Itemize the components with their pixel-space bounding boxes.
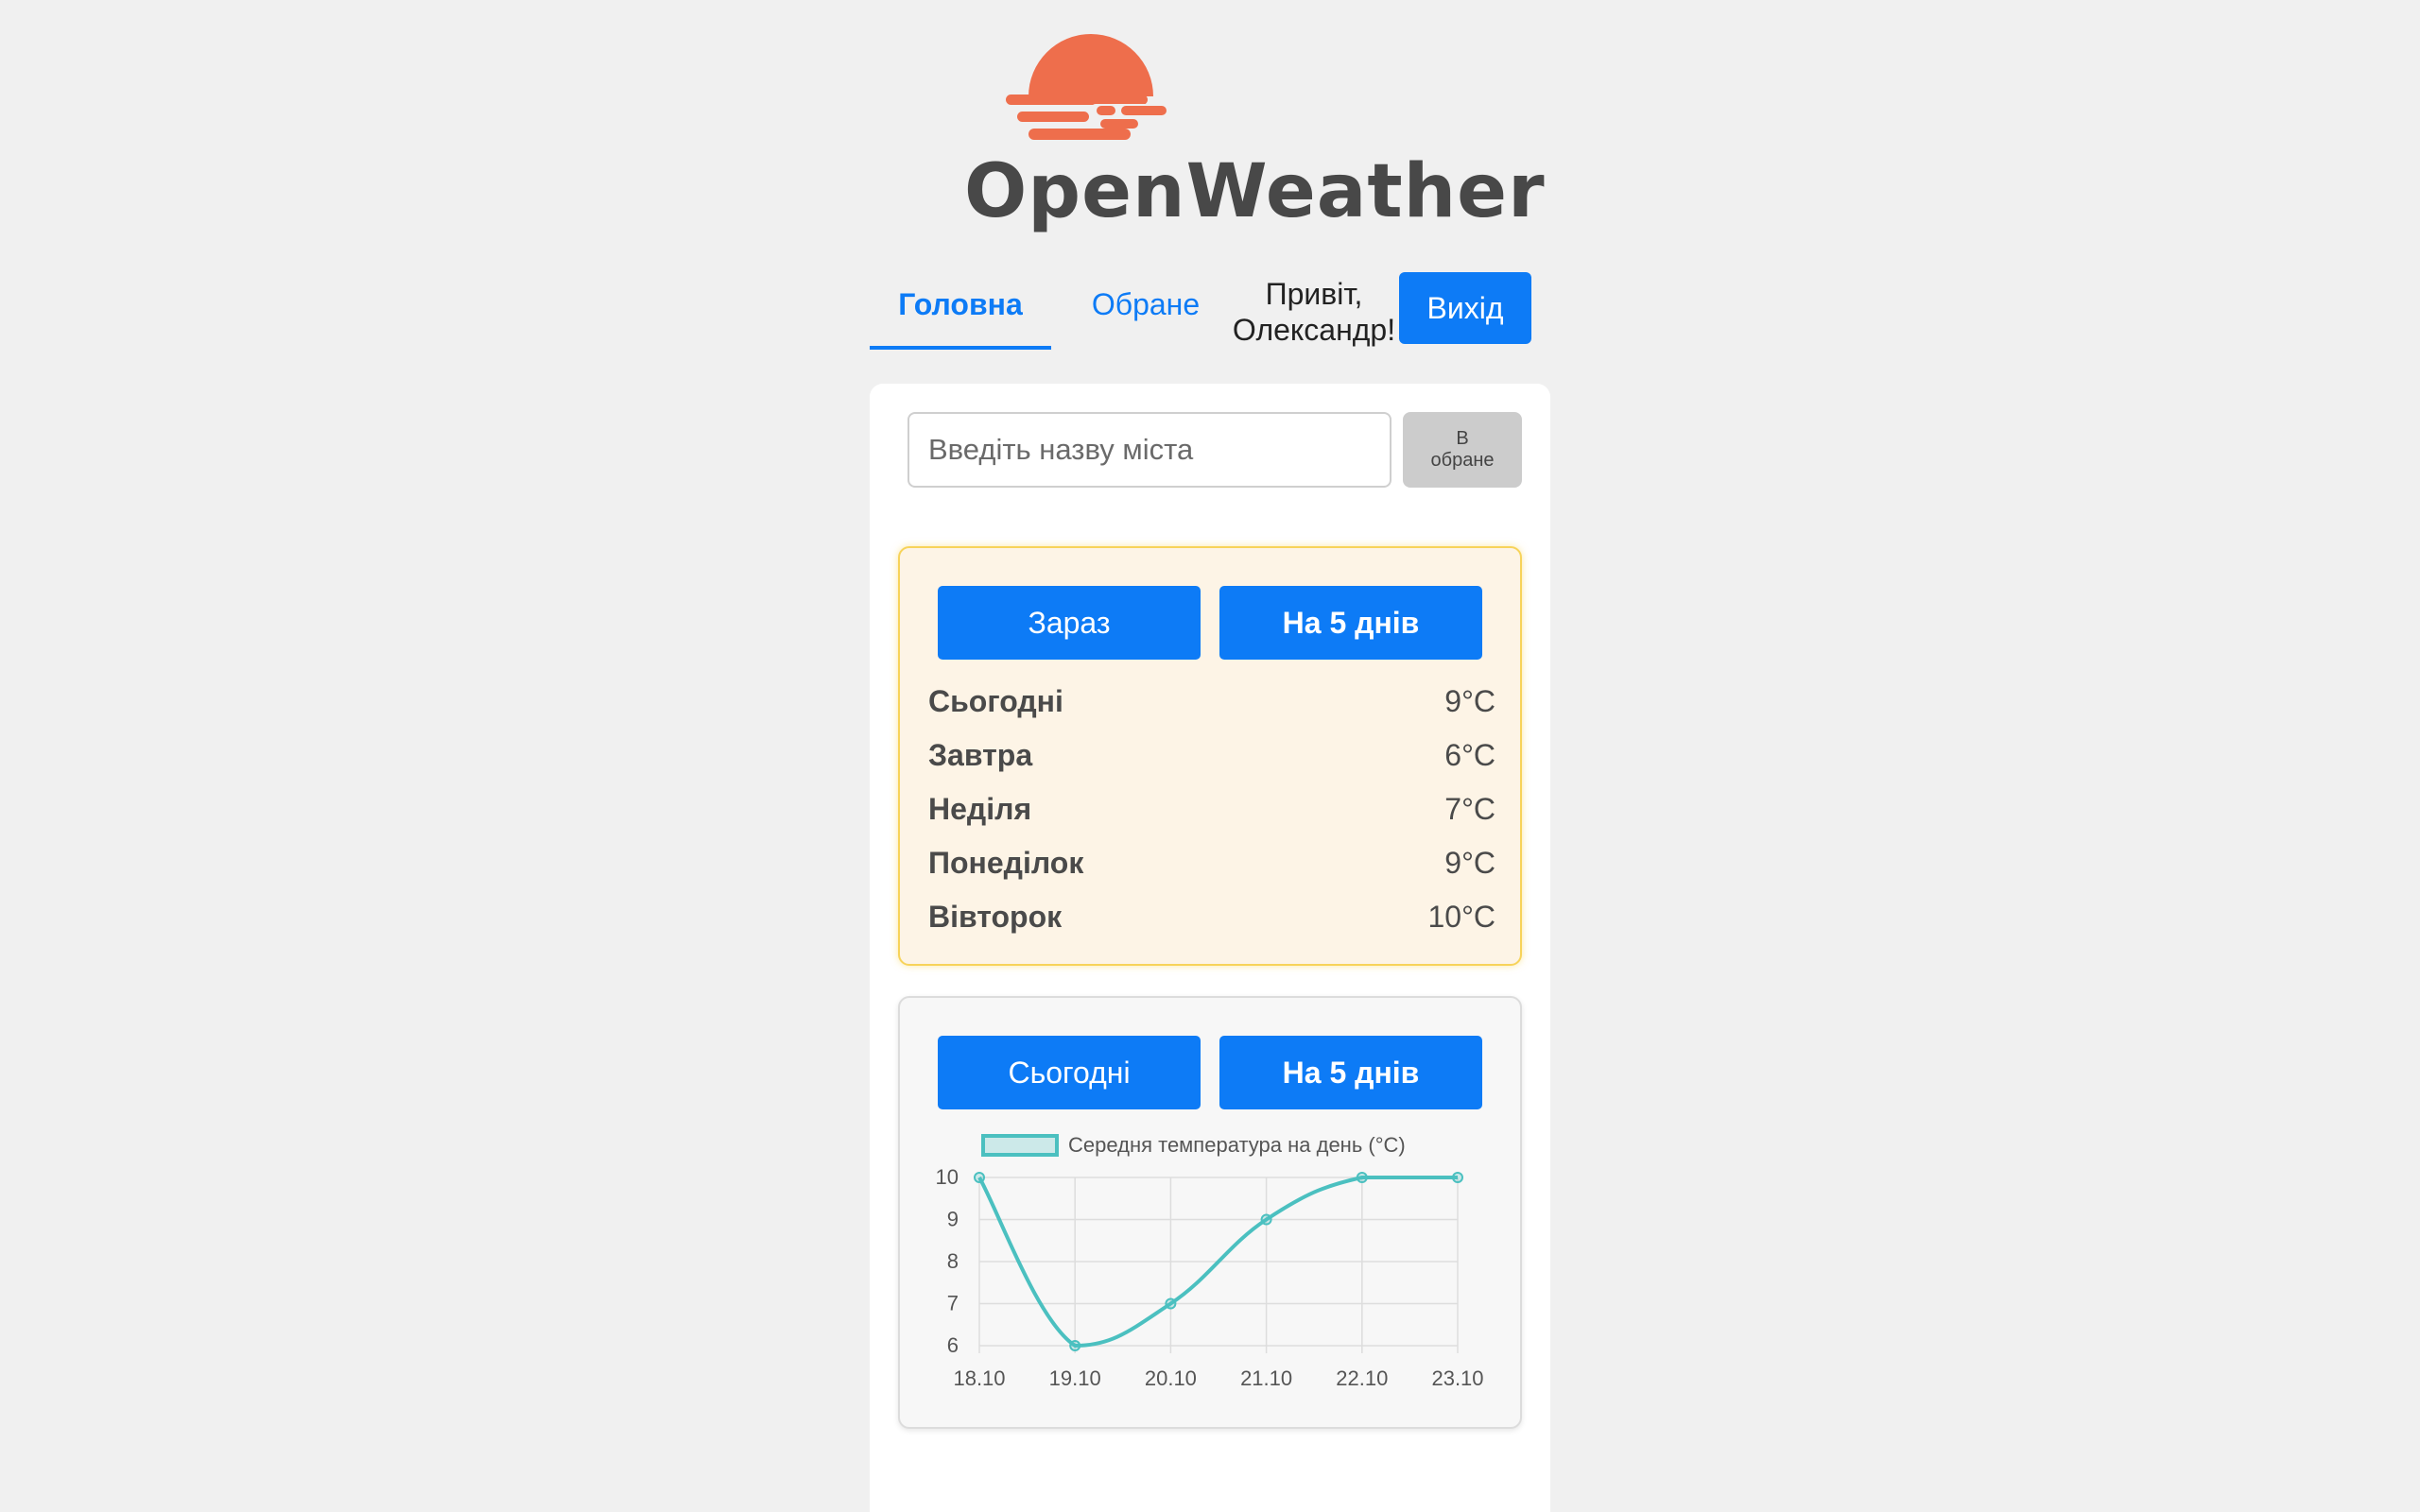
data-point <box>1452 1172 1463 1183</box>
add-to-favorites-label: В обране <box>1430 428 1495 471</box>
legend-swatch <box>981 1134 1059 1157</box>
now-button[interactable]: Зараз <box>938 586 1201 660</box>
brand-name: OpenWeather <box>964 149 1546 234</box>
data-point <box>1069 1340 1081 1351</box>
data-point <box>1356 1172 1368 1183</box>
y-tick-label: 8 <box>947 1249 959 1273</box>
day-temperature: 10°C <box>1427 900 1496 934</box>
day-name: Неділя <box>928 792 1032 826</box>
forecast-row: Сьогодні 9°C <box>928 684 1495 731</box>
day-temperature: 9°C <box>1444 684 1495 718</box>
city-search-input[interactable]: Введіть назву міста <box>908 412 1392 488</box>
y-tick-label: 9 <box>947 1208 959 1231</box>
x-tick-label: 20.10 <box>1145 1366 1197 1390</box>
x-tick-label: 21.10 <box>1240 1366 1292 1390</box>
data-point <box>1165 1297 1177 1310</box>
main-nav: Головна Обране Привіт, Олександр! Вихід <box>870 270 1550 350</box>
data-point <box>1260 1213 1272 1226</box>
day-name: Понеділок <box>928 846 1084 880</box>
x-tick-label: 23.10 <box>1431 1366 1483 1390</box>
temperature-line-chart: Середня температура на день (°C) 10 9 8 7 6 18… <box>936 1133 1484 1390</box>
logout-button[interactable]: Вихід <box>1399 272 1531 344</box>
x-tick-label: 22.10 <box>1336 1366 1388 1390</box>
legend-label: Середня температура на день (°C) <box>1068 1133 1406 1157</box>
day-name: Завтра <box>928 738 1033 772</box>
forecast-panel: Зараз На 5 днів Сьогодні 9°C Завтра 6°C … <box>898 546 1522 966</box>
five-days-button[interactable]: На 5 днів <box>1219 586 1482 660</box>
y-tick-label: 10 <box>936 1165 959 1189</box>
day-name: Вівторок <box>928 900 1063 934</box>
forecast-row: Завтра 6°C <box>928 738 1495 785</box>
user-greeting: Привіт, Олександр! <box>1232 277 1396 347</box>
tab-home[interactable]: Головна <box>870 270 1051 350</box>
day-temperature: 6°C <box>1444 738 1495 772</box>
forecast-row: Неділя 7°C <box>928 792 1495 839</box>
openweather-logo: OpenWeather <box>964 25 1546 234</box>
tab-favorites[interactable]: Обране <box>1070 270 1221 346</box>
x-tick-label: 19.10 <box>1049 1366 1101 1390</box>
y-tick-label: 6 <box>947 1333 959 1357</box>
y-tick-label: 7 <box>947 1292 959 1315</box>
day-name: Сьогодні <box>928 684 1063 718</box>
add-to-favorites-button[interactable]: В обране <box>1403 412 1522 488</box>
forecast-row: Понеділок 9°C <box>928 846 1495 893</box>
main-card: Введіть назву міста В обране Зараз На 5 … <box>870 384 1550 1512</box>
sun-logo-icon <box>1006 34 1167 140</box>
day-temperature: 7°C <box>1444 792 1495 826</box>
day-temperature: 9°C <box>1444 846 1495 880</box>
chart-panel: Сьогодні На 5 днів Середня температура н… <box>898 996 1522 1429</box>
forecast-row: Вівторок 10°C <box>928 900 1495 947</box>
data-point <box>974 1172 985 1183</box>
x-tick-label: 18.10 <box>953 1366 1005 1390</box>
